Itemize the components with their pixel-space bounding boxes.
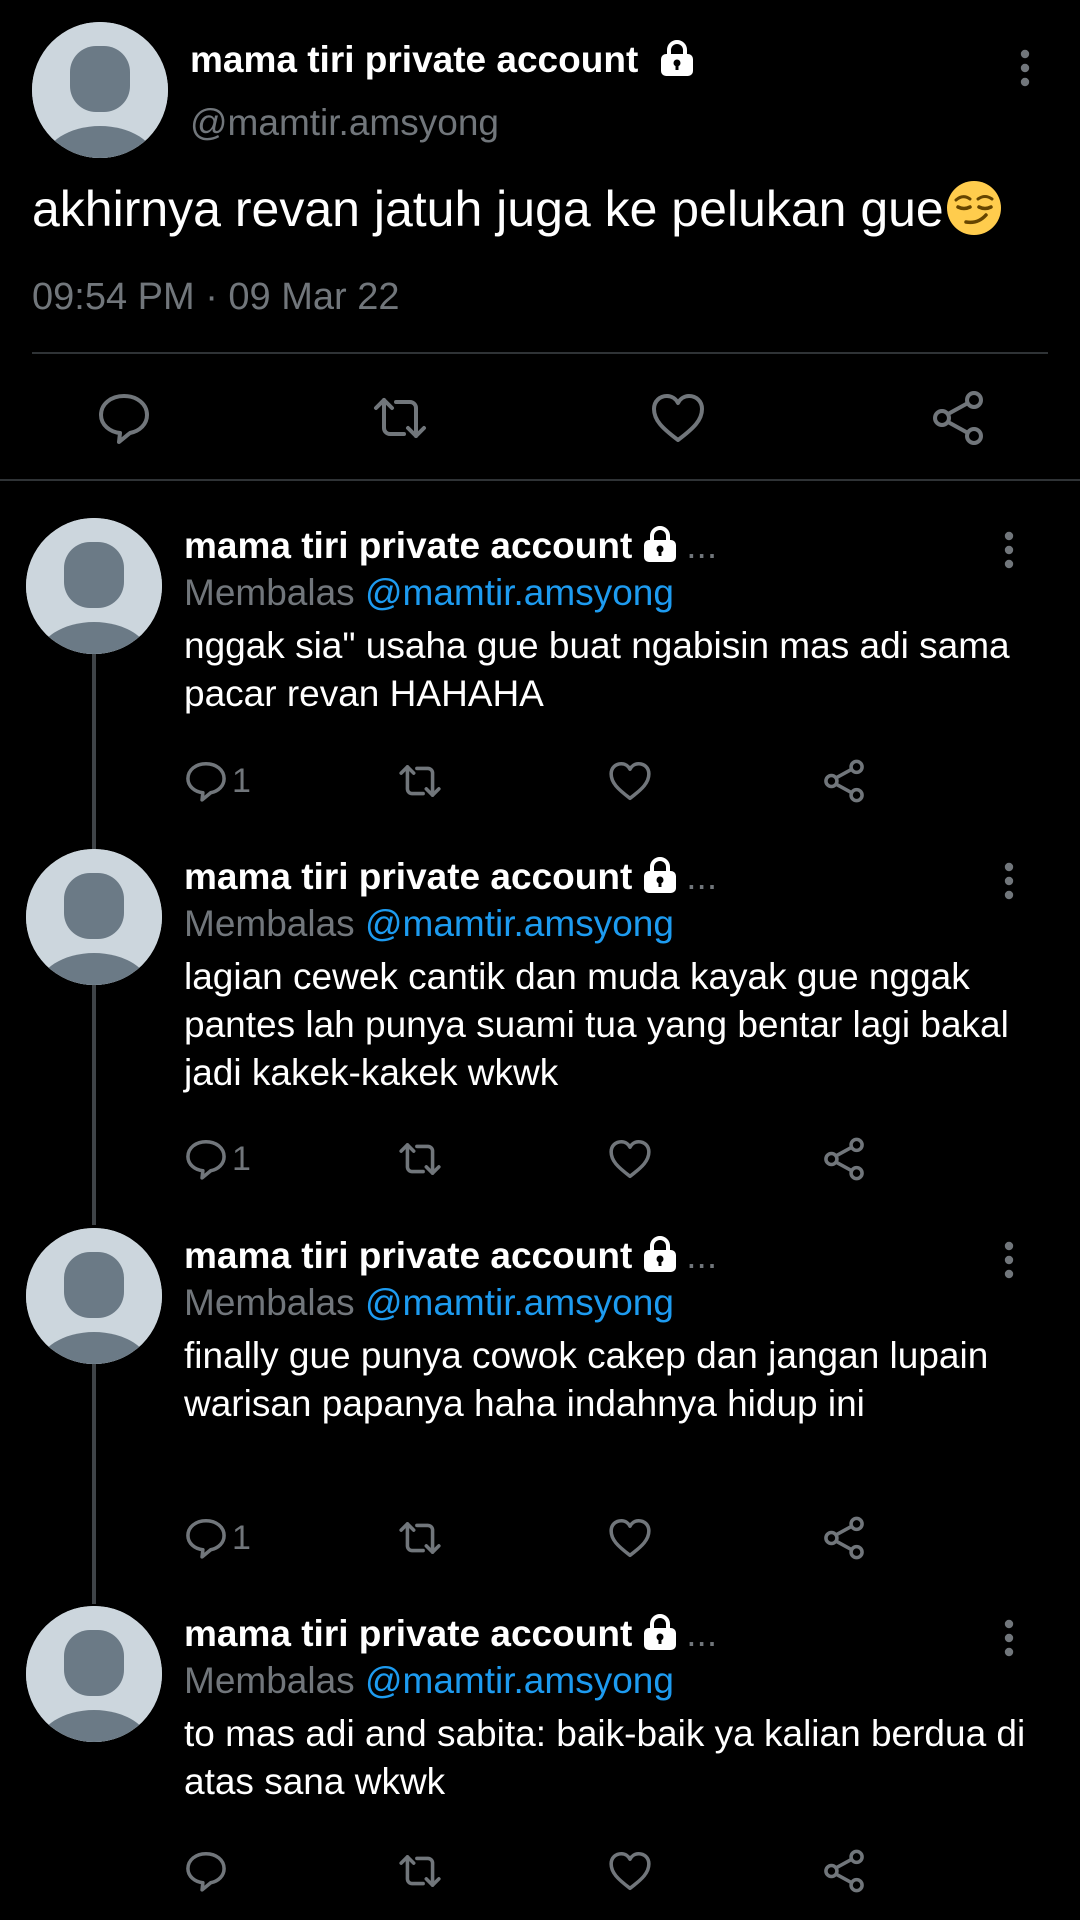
share-icon bbox=[824, 1137, 864, 1181]
like-button[interactable] bbox=[608, 756, 652, 806]
section-divider bbox=[0, 479, 1080, 481]
retweet-button[interactable] bbox=[398, 1846, 442, 1896]
reply-button[interactable]: 1 bbox=[184, 756, 251, 806]
reply-icon bbox=[186, 1851, 226, 1892]
replying-to: Membalas @mamtir.amsyong bbox=[184, 1660, 674, 1701]
tweet-text: to mas adi and sabita: baik-baik ya kali… bbox=[184, 1713, 1026, 1802]
name-ellipsis: ... bbox=[686, 856, 718, 897]
retweet-button[interactable] bbox=[398, 1513, 442, 1563]
replying-to: Membalas @mamtir.amsyong bbox=[184, 1282, 674, 1323]
reply-icon bbox=[186, 1139, 226, 1180]
mention-link[interactable]: @mamtir.amsyong bbox=[365, 572, 674, 613]
reply-icon bbox=[186, 1518, 226, 1559]
reply-count: 1 bbox=[232, 1139, 251, 1178]
main-tweet: mama tiri private account @mamtir.amsyon… bbox=[0, 0, 1080, 480]
like-icon bbox=[609, 1518, 651, 1558]
retweet-icon bbox=[399, 765, 441, 797]
action-bar bbox=[0, 1846, 1080, 1896]
more-options-icon[interactable] bbox=[994, 1618, 1024, 1658]
reply-count: 1 bbox=[232, 1518, 251, 1557]
like-icon bbox=[609, 1851, 651, 1891]
replying-to: Membalas @mamtir.amsyong bbox=[184, 903, 674, 944]
name-ellipsis: ... bbox=[686, 1235, 718, 1276]
more-options-icon[interactable] bbox=[994, 861, 1024, 901]
author-name[interactable]: mama tiri private account... bbox=[184, 524, 717, 567]
share-button[interactable] bbox=[822, 1513, 866, 1563]
retweet-button[interactable] bbox=[398, 1134, 442, 1184]
tweet-timestamp[interactable]: 09:54 PM · 09 Mar 22 bbox=[32, 276, 400, 319]
reply-tweet[interactable]: mama tiri private account... Membalas @m… bbox=[0, 1228, 1080, 1606]
share-button[interactable] bbox=[822, 1134, 866, 1184]
mention-link[interactable]: @mamtir.amsyong bbox=[365, 903, 674, 944]
more-options-icon[interactable] bbox=[994, 1240, 1024, 1280]
reply-tweet[interactable]: mama tiri private account... Membalas @m… bbox=[0, 849, 1080, 1227]
tweet-text: akhirnya revan jatuh juga ke pelukan gue bbox=[32, 180, 1002, 238]
retweet-icon[interactable] bbox=[372, 390, 428, 446]
reply-button[interactable] bbox=[184, 1846, 232, 1896]
lock-icon bbox=[640, 1612, 680, 1652]
more-options-icon[interactable] bbox=[1010, 48, 1040, 88]
author-name[interactable]: mama tiri private account... bbox=[184, 1612, 717, 1655]
reply-tweet[interactable]: mama tiri private account... Membalas @m… bbox=[0, 1606, 1080, 1916]
retweet-icon bbox=[399, 1855, 441, 1887]
thread-line bbox=[92, 1364, 96, 1604]
retweet-icon bbox=[399, 1522, 441, 1554]
like-icon bbox=[609, 1139, 651, 1179]
action-bar: 1 bbox=[0, 1513, 1080, 1563]
action-bar: 1 bbox=[0, 1134, 1080, 1184]
tweet-text: nggak sia" usaha gue buat ngabisin mas a… bbox=[184, 625, 1010, 714]
reply-icon[interactable] bbox=[96, 390, 152, 446]
reply-button[interactable]: 1 bbox=[184, 1134, 251, 1184]
like-button[interactable] bbox=[608, 1513, 652, 1563]
lock-icon bbox=[640, 855, 680, 895]
avatar[interactable] bbox=[26, 518, 162, 654]
name-ellipsis: ... bbox=[686, 525, 718, 566]
share-button[interactable] bbox=[822, 1846, 866, 1896]
lock-icon bbox=[640, 1234, 680, 1274]
lock-icon bbox=[657, 38, 697, 78]
like-icon bbox=[609, 761, 651, 801]
avatar[interactable] bbox=[26, 1606, 162, 1742]
author-handle[interactable]: @mamtir.amsyong bbox=[190, 102, 499, 144]
retweet-button[interactable] bbox=[398, 756, 442, 806]
name-ellipsis: ... bbox=[686, 1613, 718, 1654]
lock-icon bbox=[640, 524, 680, 564]
reply-count: 1 bbox=[232, 761, 251, 800]
replying-to: Membalas @mamtir.amsyong bbox=[184, 572, 674, 613]
tweet-text: finally gue punya cowok cakep dan jangan… bbox=[184, 1335, 989, 1424]
smirking-face-emoji bbox=[946, 180, 1002, 236]
thread-line bbox=[92, 985, 96, 1225]
share-icon[interactable] bbox=[930, 390, 986, 446]
like-button[interactable] bbox=[608, 1846, 652, 1896]
mention-link[interactable]: @mamtir.amsyong bbox=[365, 1660, 674, 1701]
author-name[interactable]: mama tiri private account... bbox=[184, 1234, 717, 1277]
author-name[interactable]: mama tiri private account bbox=[190, 38, 697, 81]
more-options-icon[interactable] bbox=[994, 530, 1024, 570]
avatar[interactable] bbox=[26, 849, 162, 985]
action-bar: 1 bbox=[0, 756, 1080, 806]
share-icon bbox=[824, 759, 864, 803]
reply-button[interactable]: 1 bbox=[184, 1513, 251, 1563]
reply-tweet[interactable]: mama tiri private account... Membalas @m… bbox=[0, 518, 1080, 866]
like-button[interactable] bbox=[608, 1134, 652, 1184]
mention-link[interactable]: @mamtir.amsyong bbox=[365, 1282, 674, 1323]
like-icon[interactable] bbox=[650, 390, 706, 446]
share-icon bbox=[824, 1516, 864, 1560]
avatar[interactable] bbox=[32, 22, 168, 158]
share-icon bbox=[824, 1849, 864, 1893]
tweet-text: lagian cewek cantik dan muda kayak gue n… bbox=[184, 956, 1009, 1093]
divider bbox=[32, 352, 1048, 354]
avatar[interactable] bbox=[26, 1228, 162, 1364]
author-name[interactable]: mama tiri private account... bbox=[184, 855, 717, 898]
retweet-icon bbox=[399, 1143, 441, 1175]
reply-icon bbox=[186, 761, 226, 802]
share-button[interactable] bbox=[822, 756, 866, 806]
